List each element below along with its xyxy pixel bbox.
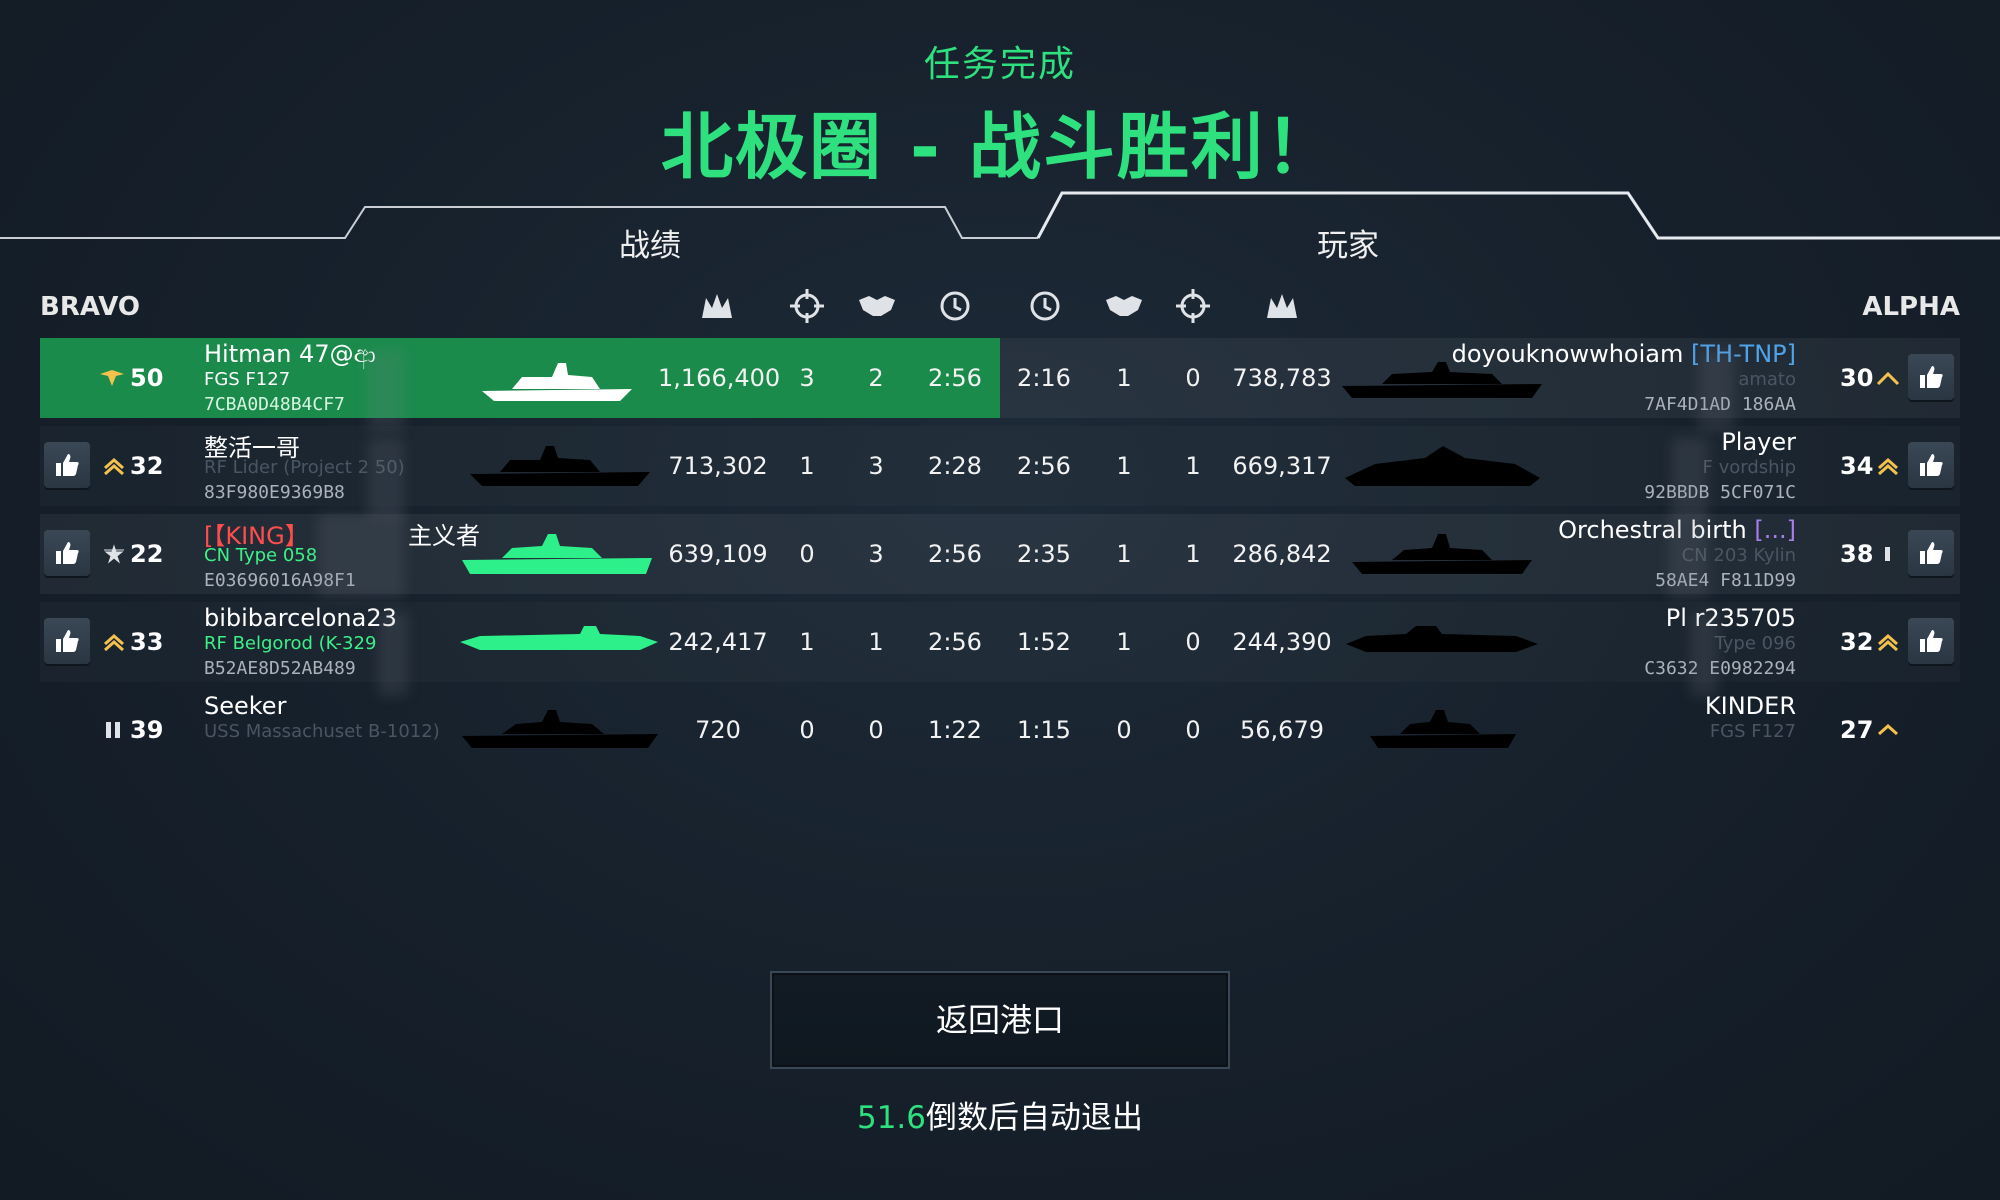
team-bravo-label: BRAVO: [40, 292, 140, 322]
player-level: 33: [130, 628, 164, 656]
player-name: KINDER: [1704, 692, 1796, 720]
like-button[interactable]: [1908, 618, 1954, 664]
tab-stats[interactable]: 战绩: [450, 220, 850, 265]
ship-silhouette: [460, 626, 658, 650]
player-ship: Type 096: [1714, 633, 1796, 654]
crosshair-kills-icon: [1176, 289, 1210, 323]
score-value: 56,679: [1240, 716, 1324, 744]
censor-blur: [368, 350, 404, 430]
chevron-rank-icon: [1878, 633, 1898, 652]
team-alpha-label: ALPHA: [1862, 292, 1960, 322]
crown-score-icon: [1267, 294, 1297, 318]
censor-blur: [378, 612, 408, 696]
player-ship: F vordship: [1702, 457, 1796, 478]
clock-time-icon: [1030, 291, 1060, 321]
tab-players[interactable]: 玩家: [1148, 220, 1548, 265]
player-id: C3632 E0982294: [1644, 658, 1796, 679]
player-id: 92BBDB 5CF071C: [1644, 482, 1796, 503]
ship-silhouette: [1370, 710, 1516, 748]
player-ship: FGS F127: [204, 369, 291, 390]
player-level: 27: [1840, 716, 1874, 744]
chevron-rank-icon: [1878, 723, 1898, 736]
player-level: 22: [130, 540, 164, 568]
thumbs-up-icon: [1920, 366, 1943, 388]
player-name: Seeker: [204, 692, 287, 720]
player-ship: RF Belgorod (K-329: [204, 633, 377, 654]
auto-exit-countdown: 51.6倒数后自动退出: [0, 1092, 2000, 1137]
ship-silhouette: [1346, 626, 1538, 652]
like-button[interactable]: [44, 442, 90, 488]
eagle-rank-icon: [100, 370, 124, 386]
score-value: 286,842: [1232, 540, 1332, 568]
crown-score-icon: [702, 294, 732, 318]
player-level: 38: [1840, 540, 1874, 568]
player-level: 32: [1840, 628, 1874, 656]
thumbs-up-icon: [56, 542, 79, 564]
crosshair-kills-icon: [790, 289, 824, 323]
censor-blur: [1698, 350, 1734, 430]
like-button[interactable]: [1908, 442, 1954, 488]
player-level: 50: [130, 364, 164, 392]
chevron-rank-icon: [104, 633, 124, 652]
like-button[interactable]: [44, 530, 90, 576]
ship-silhouette: [1345, 446, 1540, 486]
censor-blur: [318, 514, 404, 598]
clock-time-icon: [940, 291, 970, 321]
player-name: Pl r235705: [1665, 604, 1796, 632]
bar-rank-icon: [1885, 547, 1890, 561]
bar-rank-icon: [106, 722, 120, 738]
handshake-assists-icon: [1106, 296, 1142, 316]
score-value: 244,390: [1232, 628, 1332, 656]
like-button[interactable]: [1908, 354, 1954, 400]
ship-silhouette: [462, 534, 652, 574]
ship-silhouette: [470, 446, 650, 486]
censor-blur: [368, 438, 404, 518]
like-button[interactable]: [44, 618, 90, 664]
censor-blur: [1690, 612, 1718, 696]
thumbs-up-icon: [1920, 630, 1943, 652]
star-rank-icon: [104, 544, 124, 564]
like-button[interactable]: [1908, 530, 1954, 576]
tab-frame: [0, 191, 2000, 240]
ship-silhouette: [462, 710, 658, 748]
player-level: 34: [1840, 452, 1874, 480]
thumbs-up-icon: [1920, 454, 1943, 476]
player-name: Player: [1721, 428, 1796, 456]
player-id: 7CBA0D48B4CF7: [204, 394, 345, 415]
thumbs-up-icon: [56, 454, 79, 476]
ship-silhouette: [1352, 534, 1532, 574]
thumbs-up-icon: [1920, 542, 1943, 564]
player-ship: CN Type 058: [204, 545, 318, 566]
player-id: B52AE8D52AB489: [204, 658, 356, 679]
thumbs-up-icon: [56, 630, 79, 652]
player-ship: USS Massachuset B-1012): [204, 721, 440, 742]
player-level: 39: [130, 716, 164, 744]
chevron-rank-icon: [104, 457, 124, 476]
ship-silhouette: [482, 363, 632, 401]
countdown-value: 51.6: [856, 1100, 927, 1136]
return-to-port-button[interactable]: 返回港口: [770, 971, 1230, 1069]
player-ship: FGS F127: [1709, 721, 1796, 742]
chevron-rank-icon: [1878, 457, 1898, 476]
player-level: 32: [130, 452, 164, 480]
player-name: Hitman 47@ආ: [204, 340, 376, 368]
censor-blur: [1668, 514, 1708, 598]
player-ship: amato: [1738, 369, 1796, 390]
handshake-assists-icon: [859, 296, 895, 316]
player-level: 30: [1840, 364, 1874, 392]
player-name: bibibarcelona23: [204, 604, 397, 632]
player-name: doyouknowwhoiam [TH-TNP]: [1451, 340, 1796, 368]
score-value: 738,783: [1232, 364, 1332, 392]
censor-blur: [1672, 438, 1708, 518]
chevron-rank-icon: [1876, 371, 1900, 386]
score-value: 669,317: [1232, 452, 1332, 480]
player-id: 83F980E9369B8: [204, 482, 345, 503]
countdown-text: 倒数后自动退出: [926, 1100, 1144, 1136]
